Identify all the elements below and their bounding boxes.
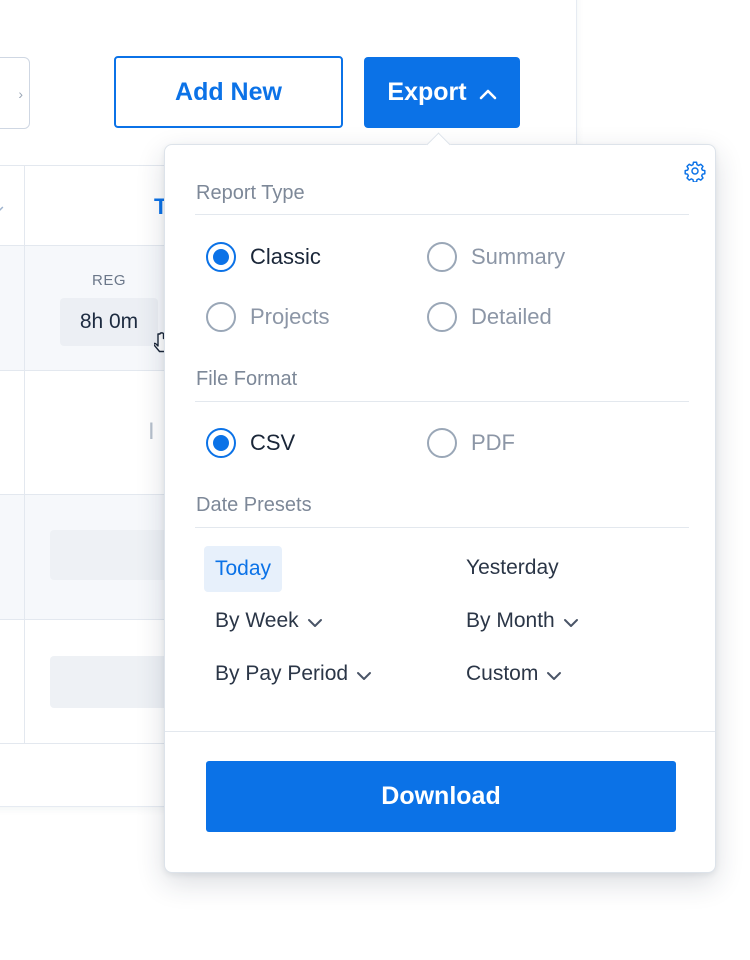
table-divider (0, 245, 180, 246)
section-divider (195, 214, 689, 215)
radio-projects[interactable]: Projects (206, 302, 329, 332)
radio-indicator (427, 428, 457, 458)
preset-label: By Month (466, 609, 555, 632)
radio-label: PDF (471, 430, 515, 455)
export-button[interactable]: Export (364, 57, 520, 128)
skeleton-cell (50, 530, 170, 580)
chevron-down-icon: ⌄ (0, 195, 7, 216)
radio-indicator (206, 428, 236, 458)
section-divider (195, 401, 689, 402)
radio-pdf[interactable]: PDF (427, 428, 515, 458)
add-new-button[interactable]: Add New (114, 56, 343, 128)
preset-by-month[interactable]: By Month (466, 609, 579, 633)
radio-label: Summary (471, 244, 566, 269)
preset-label: By Pay Period (215, 662, 349, 685)
radio-label: Projects (250, 304, 330, 329)
radio-summary[interactable]: Summary (427, 242, 565, 272)
gear-icon[interactable] (684, 160, 706, 182)
radio-label: Detailed (471, 304, 552, 329)
preset-by-pay-period[interactable]: By Pay Period (215, 662, 372, 686)
export-label: Export (387, 78, 467, 106)
chevron-up-icon (479, 89, 496, 99)
preset-today[interactable]: Today (204, 546, 283, 592)
footer-divider (165, 731, 715, 732)
preset-label: By Week (215, 609, 299, 632)
chevron-down-icon (357, 671, 372, 680)
preset-label: Today (215, 557, 272, 580)
radio-indicator (427, 242, 457, 272)
table-divider (0, 619, 180, 620)
export-dropdown-panel: Report Type Classic Summary Projects Det… (164, 132, 716, 873)
table-divider (0, 165, 180, 166)
radio-detailed[interactable]: Detailed (427, 302, 552, 332)
radio-indicator (206, 302, 236, 332)
skeleton-cell (50, 656, 170, 708)
preset-yesterday[interactable]: Yesterday (466, 556, 559, 580)
date-presets-heading: Date Presets (196, 494, 312, 516)
preset-label: Yesterday (466, 556, 559, 579)
table-column-divider (24, 165, 25, 743)
reg-hours-value[interactable]: 8h 0m (60, 298, 158, 346)
filter-field[interactable]: › (0, 57, 30, 129)
radio-classic[interactable]: Classic (206, 242, 321, 272)
section-divider (195, 527, 689, 528)
radio-indicator (427, 302, 457, 332)
radio-label: Classic (250, 244, 321, 269)
table-divider (0, 370, 180, 371)
preset-by-week[interactable]: By Week (215, 609, 323, 633)
radio-csv[interactable]: CSV (206, 428, 295, 458)
chevron-icon: › (18, 86, 23, 102)
radio-label: CSV (250, 430, 296, 455)
chevron-down-icon (547, 671, 562, 680)
table-placeholder-text: I (148, 418, 155, 445)
preset-custom[interactable]: Custom (466, 662, 562, 686)
report-type-heading: Report Type (196, 182, 305, 204)
chevron-down-icon (307, 618, 322, 627)
preset-label: Custom (466, 662, 539, 685)
radio-indicator (206, 242, 236, 272)
file-format-heading: File Format (196, 368, 298, 390)
table-divider (0, 743, 180, 744)
reg-label: REG (92, 272, 127, 289)
export-screen: › Add New Export ⌄ T REG 8h 0m I Report … (0, 0, 750, 960)
download-button[interactable]: Download (206, 761, 676, 832)
chevron-down-icon (563, 618, 578, 627)
